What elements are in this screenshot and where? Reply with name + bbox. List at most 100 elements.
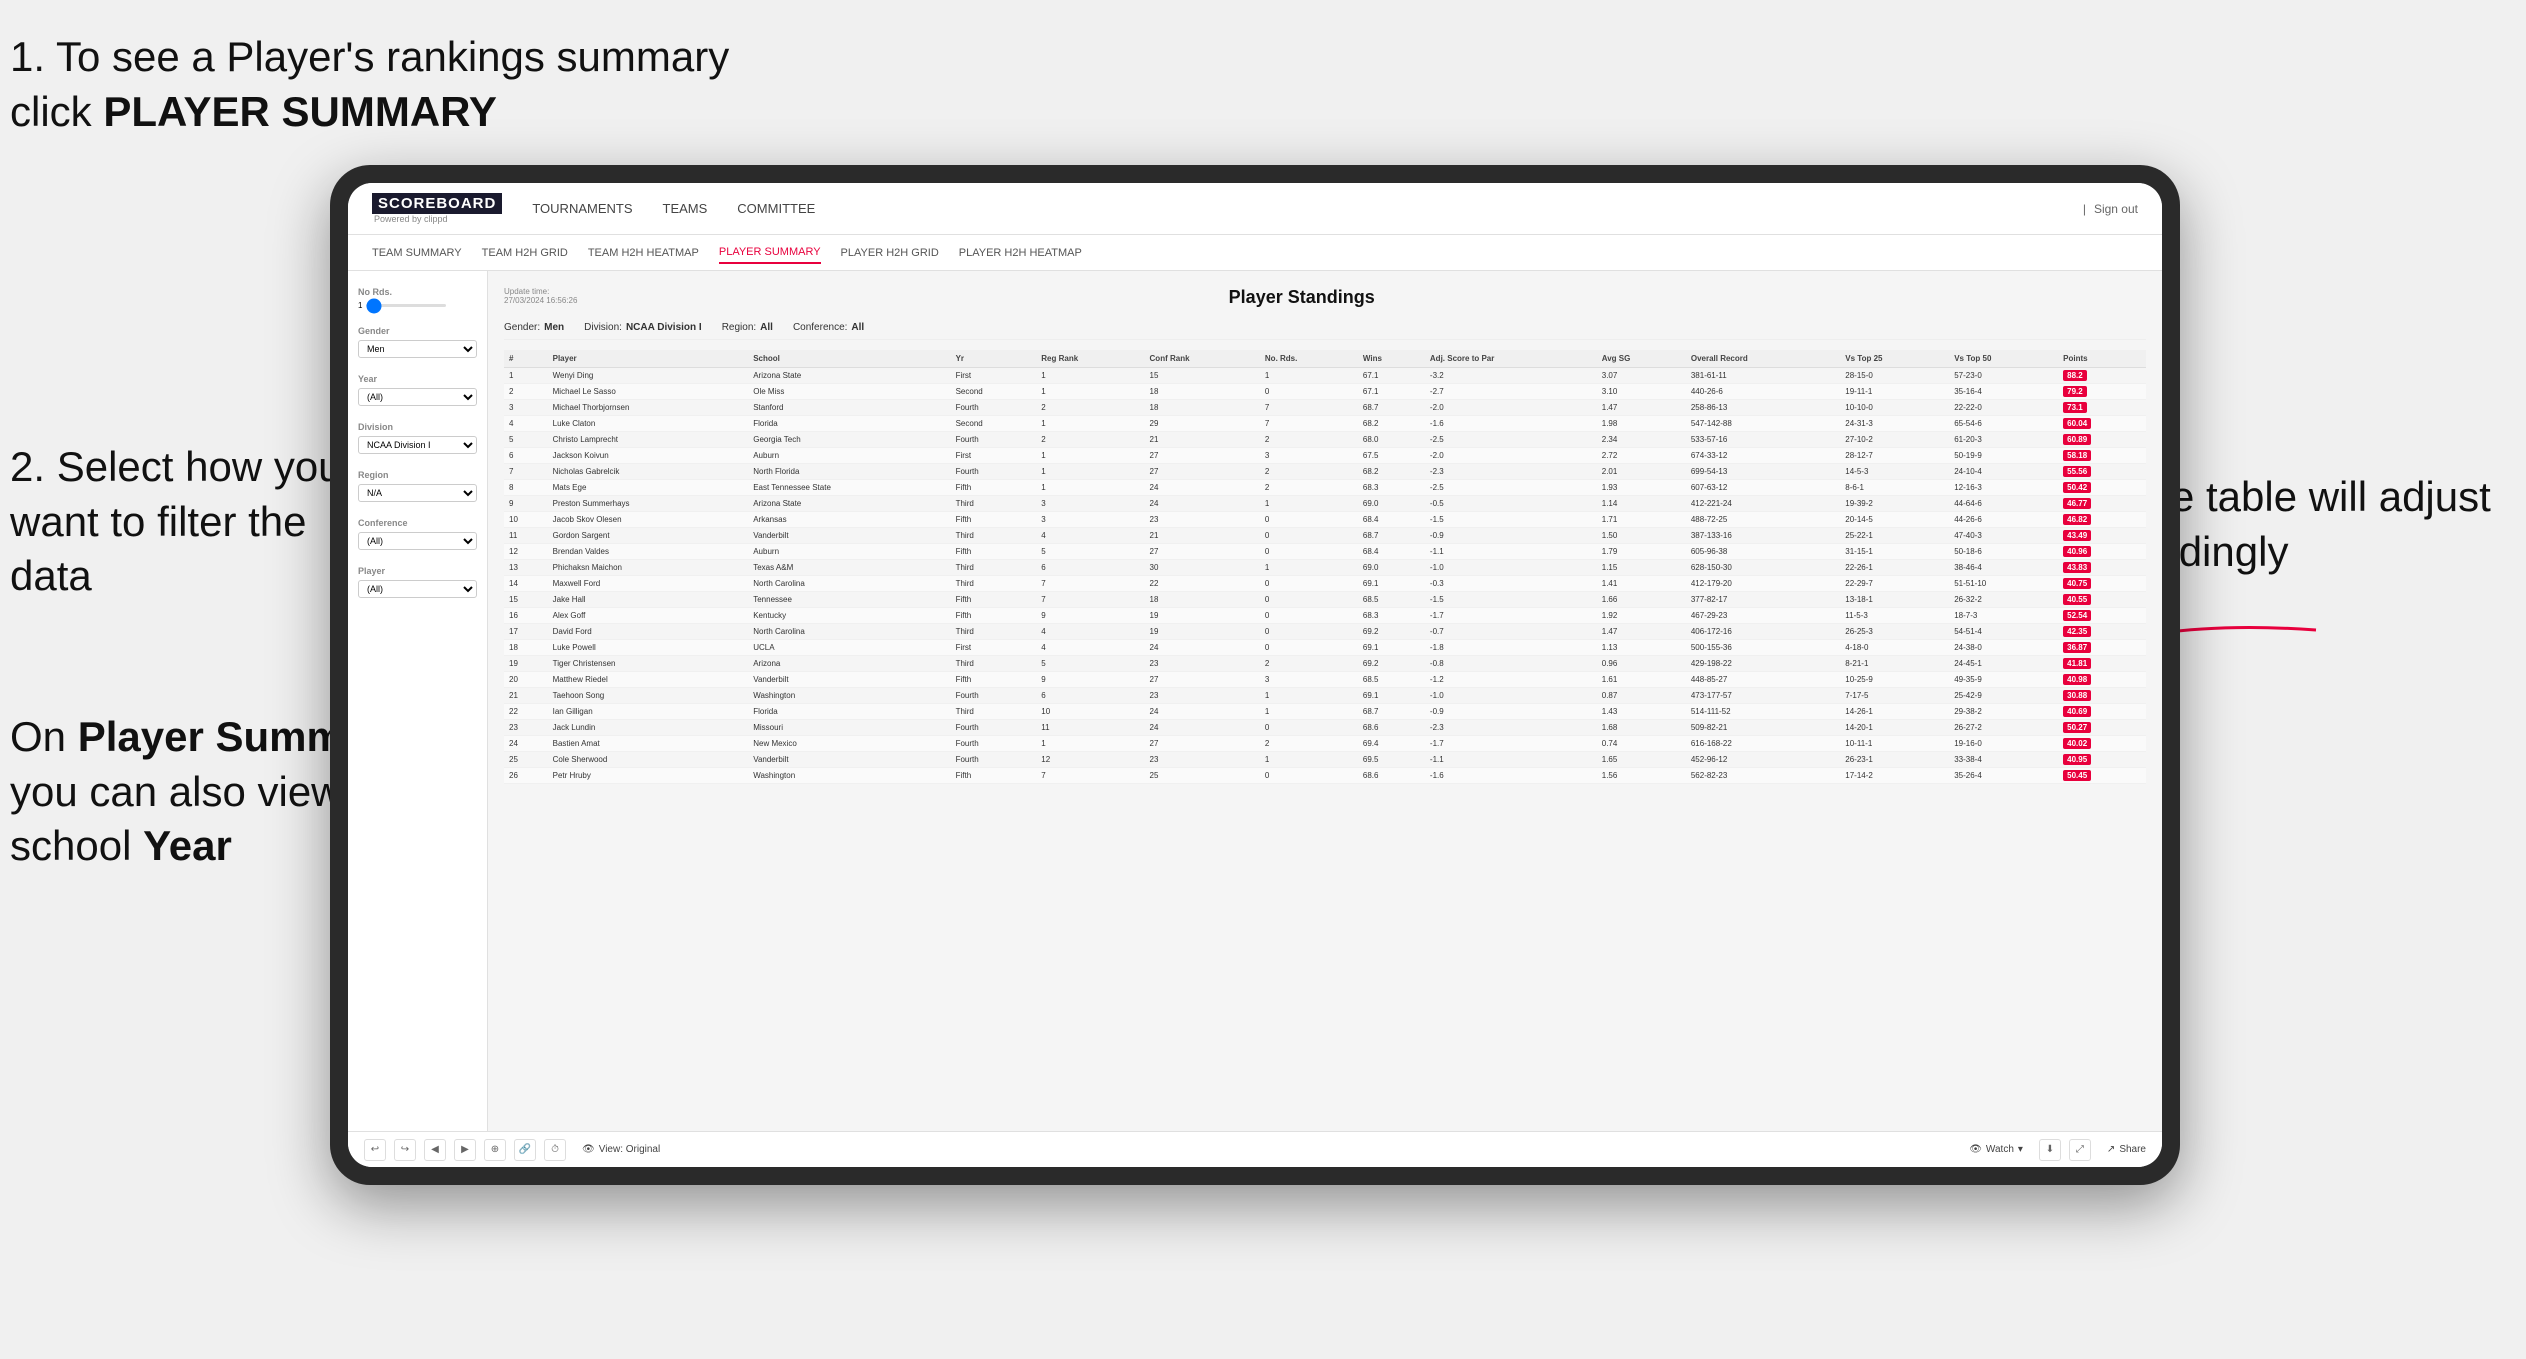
content-area: Update time: 27/03/2024 16:56:26 Player … (488, 271, 2162, 1131)
table-row[interactable]: 4Luke ClatonFloridaSecond129768.2-1.61.9… (504, 416, 2146, 432)
filters-row: Gender: Men Division: NCAA Division I Re… (504, 316, 2146, 340)
filter-gender: Gender: Men (504, 322, 564, 333)
table-row[interactable]: 7Nicholas GabrelcikNorth FloridaFourth12… (504, 464, 2146, 480)
col-vs-top25: Vs Top 25 (1840, 350, 1949, 368)
conference-label: Conference (358, 518, 477, 528)
table-row[interactable]: 3Michael ThorbjornsenStanfordFourth21876… (504, 400, 2146, 416)
table-body: 1Wenyi DingArizona StateFirst115167.1-3.… (504, 368, 2146, 784)
sidebar-year: Year (All) (358, 374, 477, 406)
col-reg-rank: Reg Rank (1036, 350, 1144, 368)
bottom-toolbar: ↩ ↪ ◀ ▶ ⊕ 🔗 ⏱ 👁 View: Original 👁 Watch ▾… (348, 1131, 2162, 1167)
sub-nav-player-summary[interactable]: PLAYER SUMMARY (719, 242, 821, 264)
table-row[interactable]: 20Matthew RiedelVanderbiltFifth927368.5-… (504, 672, 2146, 688)
toolbar-view[interactable]: 👁 View: Original (582, 1144, 660, 1155)
nav-tournaments[interactable]: TOURNAMENTS (532, 197, 632, 220)
col-player: Player (548, 350, 749, 368)
table-row[interactable]: 24Bastien AmatNew MexicoFourth127269.4-1… (504, 736, 2146, 752)
toolbar-watch[interactable]: 👁 Watch ▾ (1969, 1144, 2023, 1155)
region-select[interactable]: N/A (358, 484, 477, 502)
table-row[interactable]: 26Petr HrubyWashingtonFifth725068.6-1.61… (504, 768, 2146, 784)
col-vs-top50: Vs Top 50 (1949, 350, 2058, 368)
sidebar-no-rds: No Rds. 1 (358, 287, 477, 310)
toolbar-undo[interactable]: ↩ (364, 1139, 386, 1161)
sub-nav-player-h2h-grid[interactable]: PLAYER H2H GRID (841, 243, 939, 263)
toolbar-clock[interactable]: ⏱ (544, 1139, 566, 1161)
annotation-step4-bold2: Year (143, 822, 232, 869)
table-row[interactable]: 25Cole SherwoodVanderbiltFourth1223169.5… (504, 752, 2146, 768)
conference-select[interactable]: (All) (358, 532, 477, 550)
no-rds-slider[interactable] (366, 304, 446, 307)
main-content: No Rds. 1 Gender Men Women Year (348, 271, 2162, 1131)
toolbar-expand[interactable]: ⤢ (2069, 1139, 2091, 1161)
nav-teams[interactable]: TEAMS (663, 197, 708, 220)
table-row[interactable]: 10Jacob Skov OlesenArkansasFifth323068.4… (504, 512, 2146, 528)
col-adj-score: Adj. Score to Par (1425, 350, 1597, 368)
standings-table: # Player School Yr Reg Rank Conf Rank No… (504, 350, 2146, 784)
table-row[interactable]: 9Preston SummerhaysArizona StateThird324… (504, 496, 2146, 512)
table-row[interactable]: 12Brendan ValdesAuburnFifth527068.4-1.11… (504, 544, 2146, 560)
table-row[interactable]: 16Alex GoffKentuckyFifth919068.3-1.71.92… (504, 608, 2146, 624)
col-rank: # (504, 350, 548, 368)
col-yr: Yr (951, 350, 1037, 368)
year-label: Year (358, 374, 477, 384)
toolbar-link[interactable]: 🔗 (514, 1139, 536, 1161)
sub-nav-team-h2h-grid[interactable]: TEAM H2H GRID (482, 243, 568, 263)
annotation-step1-bold: PLAYER SUMMARY (103, 88, 497, 135)
toolbar-copy[interactable]: ⊕ (484, 1139, 506, 1161)
table-row[interactable]: 1Wenyi DingArizona StateFirst115167.1-3.… (504, 368, 2146, 384)
filter-division: Division: NCAA Division I (584, 322, 702, 333)
division-select[interactable]: NCAA Division I (358, 436, 477, 454)
toolbar-share[interactable]: ↗ Share (2107, 1144, 2146, 1155)
table-row[interactable]: 23Jack LundinMissouriFourth1124068.6-2.3… (504, 720, 2146, 736)
table-row[interactable]: 2Michael Le SassoOle MissSecond118067.1-… (504, 384, 2146, 400)
table-row[interactable]: 6Jackson KoivunAuburnFirst127367.5-2.02.… (504, 448, 2146, 464)
year-select[interactable]: (All) (358, 388, 477, 406)
toolbar-next[interactable]: ▶ (454, 1139, 476, 1161)
col-conf-rank: Conf Rank (1145, 350, 1260, 368)
filter-region: Region: All (722, 322, 773, 333)
sidebar-conference: Conference (All) (358, 518, 477, 550)
table-row[interactable]: 22Ian GilliganFloridaThird1024168.7-0.91… (504, 704, 2146, 720)
no-rds-label: No Rds. (358, 287, 477, 297)
table-row[interactable]: 8Mats EgeEast Tennessee StateFifth124268… (504, 480, 2146, 496)
nav-bar: SCOREBOARD Powered by clippd TOURNAMENTS… (348, 183, 2162, 235)
gender-select[interactable]: Men Women (358, 340, 477, 358)
sidebar-player: Player (All) (358, 566, 477, 598)
table-row[interactable]: 5Christo LamprechtGeorgia TechFourth2212… (504, 432, 2146, 448)
content-header: Update time: 27/03/2024 16:56:26 Player … (504, 287, 2146, 308)
page-title: Player Standings (577, 287, 2026, 308)
tablet: SCOREBOARD Powered by clippd TOURNAMENTS… (330, 165, 2180, 1185)
toolbar-prev[interactable]: ◀ (424, 1139, 446, 1161)
table-row[interactable]: 21Taehoon SongWashingtonFourth623169.1-1… (504, 688, 2146, 704)
sign-out-link[interactable]: Sign out (2094, 202, 2138, 216)
sub-nav-player-h2h-heatmap[interactable]: PLAYER H2H HEATMAP (959, 243, 1082, 263)
toolbar-download[interactable]: ⬇ (2039, 1139, 2061, 1161)
table-row[interactable]: 19Tiger ChristensenArizonaThird523269.2-… (504, 656, 2146, 672)
nav-right: | Sign out (2083, 202, 2138, 216)
region-label: Region (358, 470, 477, 480)
tablet-screen: SCOREBOARD Powered by clippd TOURNAMENTS… (348, 183, 2162, 1167)
update-time: Update time: 27/03/2024 16:56:26 (504, 287, 577, 305)
table-row[interactable]: 17David FordNorth CarolinaThird419069.2-… (504, 624, 2146, 640)
table-row[interactable]: 15Jake HallTennesseeFifth718068.5-1.51.6… (504, 592, 2146, 608)
logo-text: SCOREBOARD (372, 193, 502, 214)
nav-pipe: | (2083, 202, 2086, 216)
table-row[interactable]: 14Maxwell FordNorth CarolinaThird722069.… (504, 576, 2146, 592)
sub-nav-team-h2h-heatmap[interactable]: TEAM H2H HEATMAP (588, 243, 699, 263)
filter-conference: Conference: All (793, 322, 864, 333)
table-row[interactable]: 11Gordon SargentVanderbiltThird421068.7-… (504, 528, 2146, 544)
toolbar-redo[interactable]: ↪ (394, 1139, 416, 1161)
col-overall-record: Overall Record (1686, 350, 1840, 368)
sub-nav-team-summary[interactable]: TEAM SUMMARY (372, 243, 462, 263)
nav-committee[interactable]: COMMITTEE (737, 197, 815, 220)
player-select[interactable]: (All) (358, 580, 477, 598)
sidebar-division: Division NCAA Division I (358, 422, 477, 454)
gender-label: Gender (358, 326, 477, 336)
sidebar-gender: Gender Men Women (358, 326, 477, 358)
col-avg-sg: Avg SG (1597, 350, 1686, 368)
sub-nav: TEAM SUMMARY TEAM H2H GRID TEAM H2H HEAT… (348, 235, 2162, 271)
col-no-rds: No. Rds. (1260, 350, 1358, 368)
col-wins: Wins (1358, 350, 1425, 368)
table-row[interactable]: 18Luke PowellUCLAFirst424069.1-1.81.1350… (504, 640, 2146, 656)
table-row[interactable]: 13Phichaksn MaichonTexas A&MThird630169.… (504, 560, 2146, 576)
